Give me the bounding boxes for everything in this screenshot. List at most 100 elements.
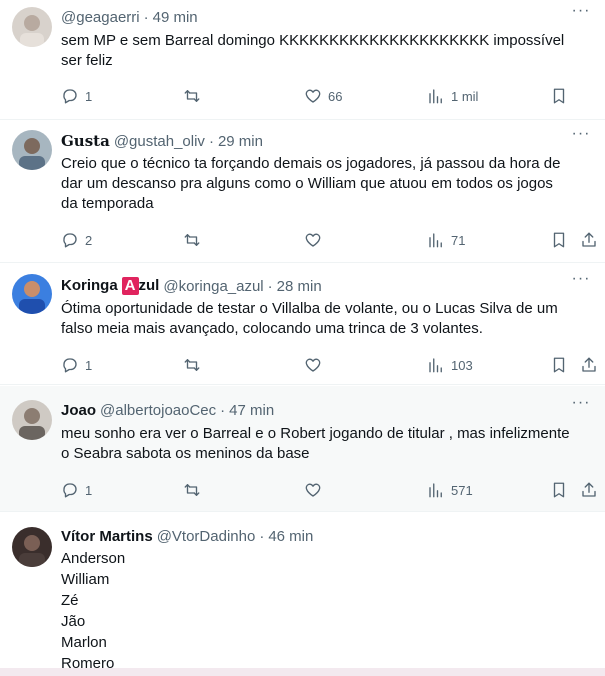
bookmark-icon (553, 232, 565, 248)
tweet[interactable]: Koringa Azul @koringa_azul · 28 min ··· Ó… (0, 264, 605, 385)
separator-dot: · (259, 527, 265, 545)
display-name[interactable]: Gusta (61, 132, 110, 150)
views-count: 103 (451, 357, 473, 373)
views-button[interactable]: 103 (427, 355, 473, 375)
tweet-actions: 2 71 (61, 230, 605, 250)
tweet-actions: 1 103 (61, 355, 605, 375)
share-icon (582, 482, 596, 497)
heart-icon (305, 89, 321, 103)
bookmark-button[interactable] (550, 230, 568, 250)
user-handle[interactable]: @koringa_azul (163, 278, 263, 295)
user-handle[interactable]: @VtorDadinho (157, 528, 256, 545)
tweet-text-line: o Seabra sabota os meninos da base (61, 445, 310, 462)
retweet-button[interactable] (183, 355, 201, 375)
retweet-button[interactable] (183, 230, 201, 250)
tweet-text-line: Zé (61, 592, 79, 609)
timestamp[interactable]: 46 min (268, 528, 313, 545)
like-button[interactable]: 66 (304, 86, 342, 106)
heart-icon (305, 483, 321, 497)
more-options-icon[interactable]: ··· (571, 395, 591, 416)
tweet[interactable]: Gusta @gustah_oliv · 29 min ··· Creio qu… (0, 121, 605, 263)
tweet-text-line: Anderson (61, 550, 126, 567)
bookmark-icon (553, 88, 565, 104)
user-handle[interactable]: @geagaerri (61, 9, 140, 26)
user-handle[interactable]: @albertojoaoCec (100, 402, 216, 419)
more-options-icon[interactable]: ··· (571, 126, 591, 147)
views-button[interactable]: 571 (427, 480, 473, 500)
views-count: 571 (451, 482, 473, 498)
avatar[interactable] (12, 527, 52, 567)
heart-icon (305, 358, 321, 372)
reply-count: 1 (85, 88, 93, 104)
retweet-icon (184, 359, 200, 371)
tweet-text-line: meu sonho era ver o Barreal e o Robert j… (61, 425, 570, 442)
share-button[interactable] (580, 355, 598, 375)
share-button[interactable] (580, 480, 598, 500)
retweet-button[interactable] (183, 480, 201, 500)
bookmark-button[interactable] (550, 480, 568, 500)
share-icon (582, 357, 596, 372)
like-button[interactable] (304, 230, 322, 250)
reply-button[interactable]: 1 (61, 86, 92, 106)
bottom-edge (0, 668, 605, 676)
timestamp[interactable]: 49 min (153, 9, 198, 26)
avatar[interactable] (12, 400, 52, 440)
reply-icon (63, 233, 77, 248)
display-name[interactable]: Koringa Azul (61, 277, 159, 295)
timestamp[interactable]: 47 min (229, 402, 274, 419)
tweet-text: Creio que o técnico ta forçando demais o… (61, 154, 591, 214)
reply-icon (63, 358, 77, 373)
tweet-text-line: ser feliz (61, 52, 113, 69)
reply-button[interactable]: 1 (61, 355, 92, 375)
bookmark-icon (553, 482, 565, 498)
avatar[interactable] (12, 274, 52, 314)
tweet[interactable]: Joao @albertojoaoCec · 47 min ··· meu so… (0, 386, 605, 512)
views-button[interactable]: 1 mil (427, 86, 478, 106)
display-name[interactable]: Vítor Martins (61, 528, 153, 545)
reply-icon (63, 483, 77, 498)
separator-dot: · (143, 8, 149, 26)
tweet[interactable]: @geagaerri · 49 min ··· sem MP e sem Bar… (0, 0, 605, 120)
tweet-text-line: dar um descanso pra alguns como o Willia… (61, 175, 553, 192)
retweet-icon (184, 234, 200, 246)
tweet-text-line: Ótima oportunidade de testar o Villalba … (61, 300, 558, 317)
timestamp[interactable]: 28 min (277, 278, 322, 295)
reply-count: 1 (85, 357, 93, 373)
user-handle[interactable]: @gustah_oliv (114, 133, 205, 150)
avatar[interactable] (12, 130, 52, 170)
more-options-icon[interactable]: ··· (571, 3, 591, 24)
retweet-icon (184, 90, 200, 102)
retweet-button[interactable] (183, 86, 201, 106)
reply-count: 1 (85, 482, 93, 498)
tweet-text-line: Marlon (61, 634, 107, 651)
tweet-header: Gusta @gustah_oliv · 29 min (61, 131, 565, 151)
share-icon (582, 232, 596, 247)
views-icon (429, 233, 442, 248)
like-button[interactable] (304, 480, 322, 500)
share-button[interactable] (580, 230, 598, 250)
heart-icon (305, 233, 321, 247)
display-name[interactable]: Joao (61, 402, 96, 419)
reply-count: 2 (85, 232, 93, 248)
tweet-text-line: William (61, 571, 110, 588)
tweet-text-line: Jão (61, 613, 86, 630)
views-button[interactable]: 71 (427, 230, 465, 250)
reply-button[interactable]: 2 (61, 230, 92, 250)
tweet-text-line: sem MP e sem Barreal domingo KKKKKKKKKKK… (61, 32, 565, 49)
bookmark-button[interactable] (550, 355, 568, 375)
bookmark-button[interactable] (550, 86, 568, 106)
like-count: 66 (328, 88, 343, 104)
tweet-header: @geagaerri · 49 min (61, 7, 565, 27)
tweet-header: Koringa Azul @koringa_azul · 28 min (61, 276, 565, 296)
separator-dot: · (220, 401, 226, 419)
bookmark-icon (553, 357, 565, 373)
avatar[interactable] (12, 7, 52, 47)
tweet-text: Anderson William Zé Jão Marlon Romero (61, 548, 591, 674)
tweet-header: Vítor Martins @VtorDadinho · 46 min (61, 526, 565, 546)
timestamp[interactable]: 29 min (218, 133, 263, 150)
reply-button[interactable]: 1 (61, 480, 92, 500)
tweet[interactable]: Vítor Martins @VtorDadinho · 46 min Ande… (0, 513, 605, 672)
like-button[interactable] (304, 355, 322, 375)
tweet-header: Joao @albertojoaoCec · 47 min (61, 400, 565, 420)
more-options-icon[interactable]: ··· (571, 271, 591, 292)
